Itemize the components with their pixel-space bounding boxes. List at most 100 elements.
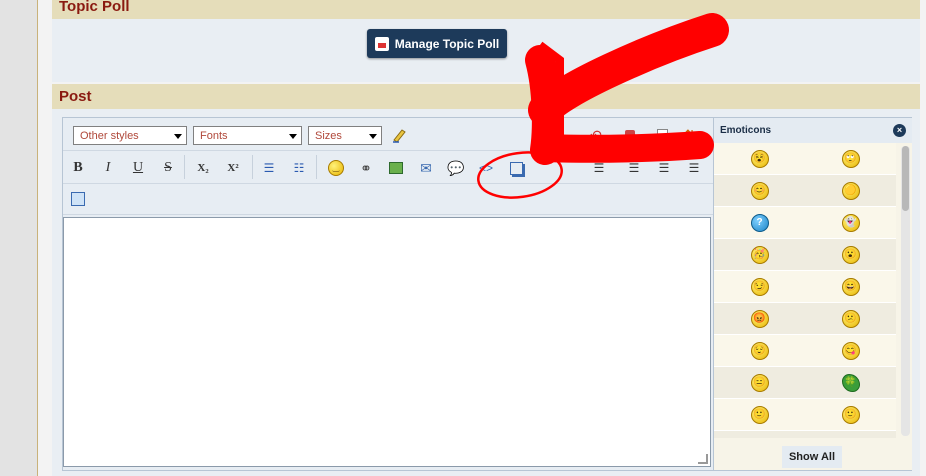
help-icon[interactable] bbox=[621, 126, 639, 144]
emoticon-row: 😊 🟡 bbox=[714, 175, 896, 207]
other-styles-select[interactable]: Other styles bbox=[73, 126, 187, 145]
fonts-label: Fonts bbox=[200, 130, 228, 142]
chevron-down-icon bbox=[369, 134, 377, 139]
italic-button[interactable]: I bbox=[99, 159, 117, 177]
emoticon-icon: 😕 bbox=[841, 309, 860, 328]
emoticon-item[interactable]: 😌 bbox=[714, 335, 805, 366]
align-justify-icon[interactable]: ☰ bbox=[625, 159, 643, 177]
emoticon-icon: 😵 bbox=[750, 437, 769, 438]
strikethrough-button[interactable]: S bbox=[159, 159, 177, 177]
topic-poll-section: Topic Poll Manage Topic Poll bbox=[52, 0, 920, 82]
emoticon-item[interactable]: 😄 bbox=[805, 271, 896, 302]
page-icon[interactable] bbox=[653, 126, 671, 144]
emoticon-item[interactable]: 😋 bbox=[805, 335, 896, 366]
fonts-select[interactable]: Fonts bbox=[193, 126, 302, 145]
emoticon-item[interactable]: 😵 bbox=[714, 431, 805, 438]
emoticon-icon: 😊 bbox=[750, 181, 769, 200]
toolbar-row-2: B I U S X₂ X² ☰ ☷ ‿ ⚭ ✉ 💬 <> ☰ ☰ ☰ ☰ bbox=[63, 151, 713, 184]
undo-icon[interactable]: ↶ bbox=[587, 126, 605, 144]
numbered-list-icon[interactable]: ☷ bbox=[290, 159, 308, 177]
emoticon-item[interactable]: 😵 bbox=[714, 143, 805, 174]
remove-format-icon[interactable] bbox=[390, 126, 408, 144]
emoticon-icon: 👻 bbox=[841, 213, 860, 232]
emoticon-icon: ? bbox=[750, 213, 769, 232]
emoticon-icon: 😡 bbox=[750, 309, 769, 328]
chevron-down-icon bbox=[289, 134, 297, 139]
emoticons-scrollbar[interactable] bbox=[901, 146, 910, 436]
show-all-button[interactable]: Show All bbox=[782, 446, 842, 468]
emoticon-row: 😌 😋 bbox=[714, 335, 896, 367]
bullet-list-icon[interactable]: ☰ bbox=[260, 159, 278, 177]
emoticon-icon: 🟡 bbox=[841, 181, 860, 200]
emoticon-item[interactable]: 🙂 bbox=[714, 399, 805, 430]
emoticon-item[interactable]: 🙄 bbox=[805, 143, 896, 174]
code-icon[interactable]: <> bbox=[477, 159, 495, 177]
poll-chart-icon bbox=[374, 36, 389, 51]
post-section: Post Other styles Fonts Sizes ↶ ⇅ B I U … bbox=[52, 84, 920, 476]
manage-topic-poll-label: Manage Topic Poll bbox=[394, 36, 500, 51]
emoticon-item[interactable]: 😊 bbox=[714, 175, 805, 206]
align-right-icon[interactable]: ☰ bbox=[685, 159, 703, 177]
spoiler-icon[interactable] bbox=[507, 159, 525, 177]
toggle-mode-icon[interactable]: ⇅ bbox=[681, 126, 699, 144]
sizes-label: Sizes bbox=[315, 130, 342, 142]
emoticons-title: Emoticons bbox=[720, 125, 772, 136]
emoticon-icon: 🙄 bbox=[841, 149, 860, 168]
emoticon-item[interactable]: 🥳 bbox=[714, 239, 805, 270]
emoticon-item[interactable]: 😑 bbox=[714, 367, 805, 398]
post-editor: Other styles Fonts Sizes ↶ ⇅ B I U S X₂ … bbox=[62, 117, 912, 471]
emoticon-icon: 🥳 bbox=[750, 245, 769, 264]
resize-handle[interactable] bbox=[698, 454, 708, 464]
emoticon-item[interactable]: 🙂 bbox=[805, 399, 896, 430]
align-center-icon[interactable]: ☰ bbox=[655, 159, 673, 177]
post-title: Post bbox=[52, 84, 920, 109]
chevron-down-icon bbox=[174, 134, 182, 139]
emoticon-item[interactable]: 😕 bbox=[805, 303, 896, 334]
emoticon-icon: 😵 bbox=[750, 149, 769, 168]
toolbar-divider bbox=[184, 155, 185, 179]
emoticon-icon: 😮 bbox=[841, 245, 860, 264]
emoticons-panel: Emoticons × 😵🙄😊🟡?👻🥳😮😏😄😡😕😌😋😑🍀🙂🙂😵😤 Show Al… bbox=[713, 118, 912, 470]
emoticon-icon: 😌 bbox=[750, 341, 769, 360]
close-icon[interactable]: × bbox=[893, 124, 906, 137]
link-icon[interactable]: ⚭ bbox=[357, 159, 375, 177]
image-icon[interactable] bbox=[387, 159, 405, 177]
other-styles-label: Other styles bbox=[80, 130, 139, 142]
underline-button[interactable]: U bbox=[129, 159, 147, 177]
emoticon-row: 😏 😄 bbox=[714, 271, 896, 303]
emoticon-row: 😵😤 bbox=[714, 431, 896, 438]
message-textarea[interactable] bbox=[63, 217, 711, 467]
superscript-button[interactable]: X² bbox=[224, 159, 242, 177]
emoticon-item[interactable]: 👻 bbox=[805, 207, 896, 238]
emoticon-item[interactable]: 😡 bbox=[714, 303, 805, 334]
smiley-icon[interactable]: ‿ bbox=[327, 159, 345, 177]
emoticon-icon: 🍀 bbox=[841, 373, 860, 392]
subscript-button[interactable]: X₂ bbox=[194, 159, 212, 177]
emoticon-item[interactable]: 😮 bbox=[805, 239, 896, 270]
emoticon-item[interactable]: 😤 bbox=[805, 431, 896, 438]
emoticon-row: 😑 🍀 bbox=[714, 367, 896, 399]
emoticon-item[interactable]: 🟡 bbox=[805, 175, 896, 206]
manage-topic-poll-button[interactable]: Manage Topic Poll bbox=[367, 29, 507, 58]
emoticon-icon: 🙂 bbox=[841, 405, 860, 424]
emoticon-icon: 😤 bbox=[841, 437, 860, 438]
toolbar-divider bbox=[316, 155, 317, 179]
emoticon-icon: 😑 bbox=[750, 373, 769, 392]
align-left-icon[interactable]: ☰ bbox=[590, 159, 608, 177]
emoticon-item[interactable]: 😏 bbox=[714, 271, 805, 302]
emoticon-row: 😵 🙄 bbox=[714, 143, 896, 175]
emoticon-item[interactable]: ? bbox=[714, 207, 805, 238]
scroll-thumb[interactable] bbox=[902, 146, 909, 211]
twitter-icon[interactable] bbox=[69, 190, 87, 208]
emoticon-row: 😡 😕 bbox=[714, 303, 896, 335]
emoticon-icon: 😏 bbox=[750, 277, 769, 296]
toolbar-row-3 bbox=[63, 184, 713, 215]
emoticon-icon: 😄 bbox=[841, 277, 860, 296]
emoticon-icon: 😋 bbox=[841, 341, 860, 360]
bold-button[interactable]: B bbox=[69, 159, 87, 177]
email-icon[interactable]: ✉ bbox=[417, 159, 435, 177]
emoticon-item[interactable]: 🍀 bbox=[805, 367, 896, 398]
quote-icon[interactable]: 💬 bbox=[447, 159, 465, 177]
left-margin bbox=[0, 0, 38, 476]
sizes-select[interactable]: Sizes bbox=[308, 126, 382, 145]
